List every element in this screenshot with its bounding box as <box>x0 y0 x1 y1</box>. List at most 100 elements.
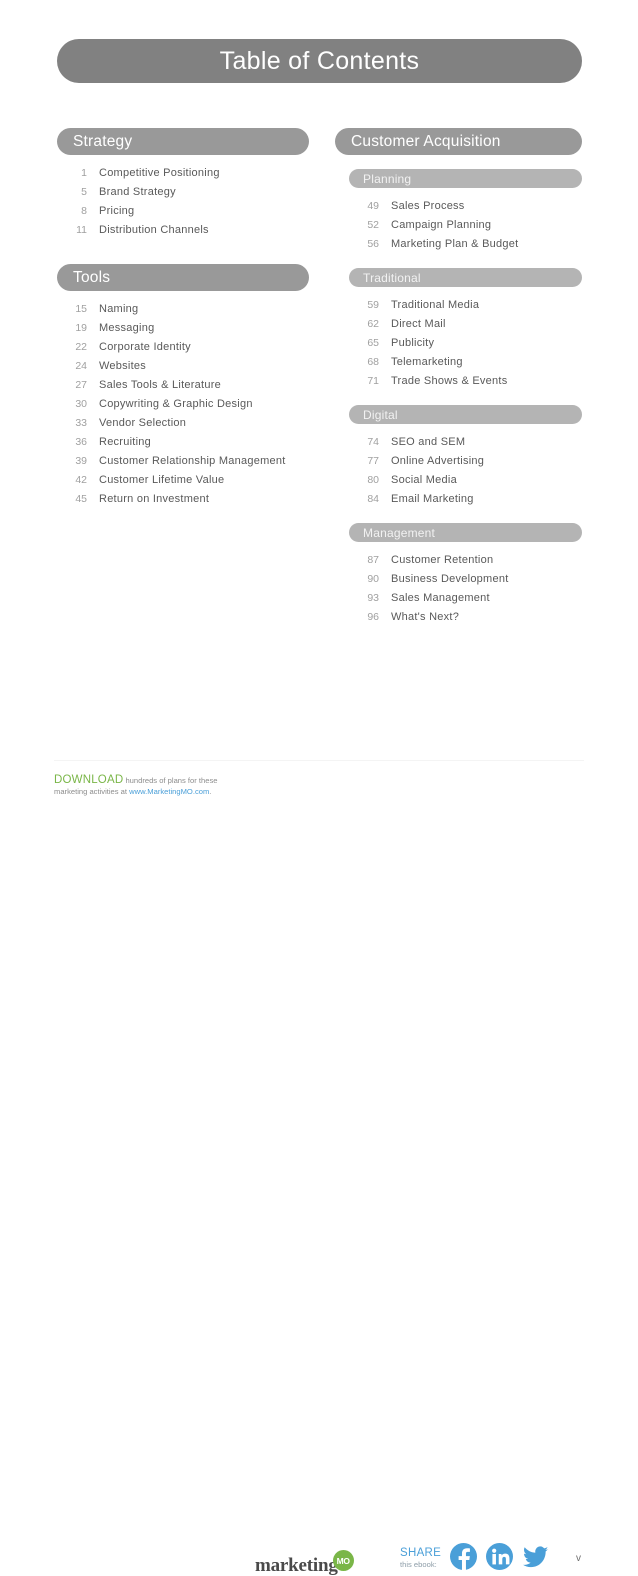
toc-entry-title: Direct Mail <box>391 318 446 330</box>
toc-entry-title: Telemarketing <box>391 356 463 368</box>
download-text-period: . <box>209 787 212 796</box>
subsection-entries-digital: 74 SEO and SEM 77 Online Advertising 80 … <box>349 433 582 509</box>
toc-entry[interactable]: 42 Customer Lifetime Value <box>57 471 309 490</box>
toc-entry-page: 96 <box>367 611 379 623</box>
logo-circle-icon: MO <box>332 1550 354 1571</box>
toc-entry[interactable]: 8 Pricing <box>57 202 309 221</box>
toc-entry[interactable]: 1 Competitive Positioning <box>57 164 309 183</box>
toc-entry-page: 45 <box>75 493 87 505</box>
toc-entry-page: 11 <box>76 224 87 236</box>
page-number: v <box>576 1553 581 1564</box>
toc-entry[interactable]: 80 Social Media <box>349 471 582 490</box>
toc-entry-title: Sales Tools & Literature <box>99 379 221 391</box>
subsection-header-traditional: Traditional <box>349 268 582 287</box>
toc-entry[interactable]: 62 Direct Mail <box>349 315 582 334</box>
toc-entry[interactable]: 65 Publicity <box>349 334 582 353</box>
toc-entry-title: Customer Lifetime Value <box>99 474 225 486</box>
section-header-label: Strategy <box>73 132 133 150</box>
toc-entry[interactable]: 71 Trade Shows & Events <box>349 372 582 391</box>
subsection-header-label: Digital <box>363 407 398 422</box>
download-label[interactable]: DOWNLOAD <box>54 774 123 786</box>
toc-entry[interactable]: 15 Naming <box>57 300 309 319</box>
toc-entry-page: 49 <box>367 200 379 212</box>
toc-entry[interactable]: 39 Customer Relationship Management <box>57 452 309 471</box>
toc-entry[interactable]: 96 What's Next? <box>349 608 582 627</box>
toc-entry-page: 24 <box>75 360 87 372</box>
toc-entry[interactable]: 27 Sales Tools & Literature <box>57 376 309 395</box>
toc-entry-page: 52 <box>367 219 379 231</box>
toc-entry-title: Return on Investment <box>99 493 210 505</box>
toc-entry[interactable]: 33 Vendor Selection <box>57 414 309 433</box>
download-text-line2: marketing activities at <box>54 787 130 796</box>
toc-entry-title: Copywriting & Graphic Design <box>99 398 253 410</box>
twitter-icon[interactable] <box>522 1543 549 1570</box>
toc-entry-page: 8 <box>81 205 87 217</box>
download-text-line1: hundreds of plans for these <box>123 776 218 785</box>
toc-entry[interactable]: 59 Traditional Media <box>349 296 582 315</box>
footer-download-block: DOWNLOAD hundreds of plans for these mar… <box>54 774 254 797</box>
marketingmo-logo[interactable]: marketing MO <box>255 1550 354 1575</box>
toc-entry-page: 93 <box>367 592 379 604</box>
toc-entry-page: 39 <box>75 455 87 467</box>
page-title: Table of Contents <box>219 46 420 75</box>
toc-entry-page: 33 <box>75 417 87 429</box>
linkedin-icon[interactable] <box>486 1543 513 1570</box>
toc-entry[interactable]: 93 Sales Management <box>349 589 582 608</box>
toc-entry-page: 5 <box>81 186 87 198</box>
share-sublabel: this ebook: <box>400 1560 437 1569</box>
toc-entry[interactable]: 19 Messaging <box>57 319 309 338</box>
toc-entry-title: Business Development <box>391 573 509 585</box>
toc-entry-title: Corporate Identity <box>99 341 191 353</box>
subsection-header-label: Planning <box>363 171 412 186</box>
subsection-entries-management: 87 Customer Retention 90 Business Develo… <box>349 551 582 627</box>
toc-entry-title: Messaging <box>99 322 155 334</box>
toc-entry[interactable]: 77 Online Advertising <box>349 452 582 471</box>
toc-entry-page: 80 <box>367 474 379 486</box>
toc-entry-title: Recruiting <box>99 436 152 448</box>
toc-entry[interactable]: 24 Websites <box>57 357 309 376</box>
section-header-tools: Tools <box>57 264 309 291</box>
toc-entry[interactable]: 11 Distribution Channels <box>57 221 309 240</box>
toc-entry-page: 68 <box>367 356 379 368</box>
toc-entry-page: 15 <box>75 303 87 315</box>
toc-entry[interactable]: 87 Customer Retention <box>349 551 582 570</box>
toc-entry-title: Websites <box>99 360 147 372</box>
toc-entry-page: 27 <box>75 379 87 391</box>
toc-left-column: Strategy 1 Competitive Positioning 5 Bra… <box>57 128 309 509</box>
toc-entry[interactable]: 5 Brand Strategy <box>57 183 309 202</box>
toc-entry-page: 56 <box>367 238 379 250</box>
subsection-header-label: Management <box>363 525 436 540</box>
section-entries-strategy: 1 Competitive Positioning 5 Brand Strate… <box>57 164 309 240</box>
toc-entry[interactable]: 84 Email Marketing <box>349 490 582 509</box>
toc-entry-page: 19 <box>75 322 87 334</box>
toc-entry[interactable]: 36 Recruiting <box>57 433 309 452</box>
toc-entry-title: Competitive Positioning <box>99 167 220 179</box>
toc-entry[interactable]: 30 Copywriting & Graphic Design <box>57 395 309 414</box>
toc-entry[interactable]: 22 Corporate Identity <box>57 338 309 357</box>
toc-entry[interactable]: 49 Sales Process <box>349 197 582 216</box>
toc-entry-page: 30 <box>75 398 87 410</box>
facebook-icon[interactable] <box>450 1543 477 1570</box>
subsection-header-label: Traditional <box>363 270 421 285</box>
toc-right-column: Customer Acquisition Planning 49 Sales P… <box>335 128 582 627</box>
toc-entry[interactable]: 52 Campaign Planning <box>349 216 582 235</box>
share-label: SHARE <box>400 1547 442 1559</box>
toc-entry-page: 22 <box>75 341 87 353</box>
page-footer: DOWNLOAD hundreds of plans for these mar… <box>0 770 638 1575</box>
toc-entry[interactable]: 56 Marketing Plan & Budget <box>349 235 582 254</box>
toc-entry[interactable]: 74 SEO and SEM <box>349 433 582 452</box>
toc-entry-title: Brand Strategy <box>99 186 176 198</box>
page-title-banner: Table of Contents <box>57 39 582 83</box>
toc-entry[interactable]: 90 Business Development <box>349 570 582 589</box>
toc-entry[interactable]: 68 Telemarketing <box>349 353 582 372</box>
toc-entry-title: Online Advertising <box>391 455 485 467</box>
toc-entry[interactable]: 45 Return on Investment <box>57 490 309 509</box>
section-header-label: Tools <box>73 268 111 286</box>
toc-entry-page: 74 <box>367 436 379 448</box>
toc-entry-page: 87 <box>367 554 379 566</box>
toc-entry-title: Pricing <box>99 205 135 217</box>
marketingmo-link[interactable]: www.MarketingMO.com <box>129 787 209 796</box>
